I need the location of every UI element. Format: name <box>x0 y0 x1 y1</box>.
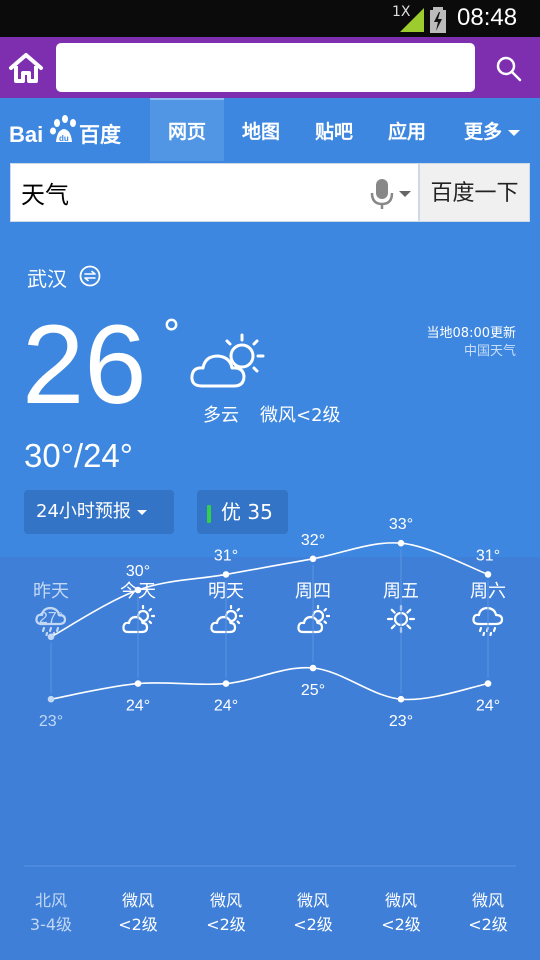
tab-apps[interactable]: 应用 <box>370 98 444 161</box>
chart-point-high <box>397 539 405 547</box>
partly-cloudy-icon <box>122 604 155 634</box>
search-input[interactable] <box>11 164 351 221</box>
search-icon[interactable] <box>494 54 522 82</box>
tab-tieba[interactable]: 贴吧 <box>298 98 370 161</box>
svg-text:du: du <box>59 134 69 143</box>
partly-cloudy-icon <box>297 604 330 634</box>
chevron-down-icon <box>136 509 147 515</box>
forecast-day-label: 昨天 <box>33 581 69 602</box>
url-input[interactable] <box>56 43 475 92</box>
chart-label-high: 33° <box>389 516 413 533</box>
forecast-wind-level: <2级 <box>206 915 246 934</box>
24h-forecast-button[interactable]: 24小时预报 <box>24 490 174 534</box>
forecast-wind-direction: 微风 <box>471 891 504 910</box>
update-time: 当地08:00更新 <box>426 326 516 341</box>
chevron-down-icon <box>508 129 520 136</box>
forecast-wind-level: <2级 <box>293 915 333 934</box>
24h-forecast-label: 24小时预报 <box>36 501 131 522</box>
signal-icon <box>400 8 424 32</box>
wind-info: 微风<2级 <box>260 405 341 426</box>
svg-text:百度: 百度 <box>79 123 121 147</box>
forecast-wind-direction: 微风 <box>384 891 417 910</box>
baidu-nav: Bai du 百度 网页 地图 贴吧 应用 更多 <box>0 98 540 163</box>
voice-dropdown-caret[interactable] <box>399 191 411 197</box>
aqi-value: 优 35 <box>221 500 273 524</box>
search-box <box>10 163 419 222</box>
current-temperature: 26 <box>22 302 147 427</box>
home-icon[interactable] <box>8 50 44 86</box>
clock: 08:48 <box>457 4 518 31</box>
microphone-icon[interactable] <box>369 178 395 210</box>
status-bar: 1X 08:48 <box>0 0 540 37</box>
partly-cloudy-icon <box>210 604 243 634</box>
chart-label-high: 32° <box>301 532 325 549</box>
rain-cloud-icon <box>35 606 67 636</box>
aqi-indicator <box>207 504 211 523</box>
switch-city-icon[interactable] <box>79 265 101 287</box>
forecast-wind-level: <2级 <box>468 915 508 934</box>
forecast-day-label: 周五 <box>383 581 419 602</box>
rain-cloud-icon <box>472 606 504 636</box>
baidu-logo[interactable]: Bai du 百度 <box>9 110 121 150</box>
temperature-range: 30°/24° <box>24 437 133 474</box>
svg-text:Bai: Bai <box>9 122 43 147</box>
search-submit-button[interactable]: 百度一下 <box>419 163 530 222</box>
forecast-wind-direction: 微风 <box>296 891 329 910</box>
forecast-wind-direction: 微风 <box>121 891 154 910</box>
sun-icon <box>386 604 416 634</box>
forecast-day-label: 周六 <box>470 581 506 602</box>
forecast-wind-level: <2级 <box>381 915 421 934</box>
battery-charging-icon <box>430 7 446 33</box>
tab-more[interactable]: 更多 <box>452 98 532 161</box>
data-source: 中国天气 <box>463 344 516 359</box>
city-name: 武汉 <box>27 267 67 291</box>
forecast-wind-direction: 北风 <box>34 891 67 910</box>
forecast-wind-level: 3-4级 <box>29 915 73 934</box>
tab-more-label: 更多 <box>463 121 502 143</box>
tab-web[interactable]: 网页 <box>150 98 224 161</box>
tab-map[interactable]: 地图 <box>224 98 298 161</box>
forecast-day-label: 明天 <box>208 581 244 602</box>
partly-cloudy-icon <box>190 333 265 388</box>
air-quality-badge[interactable]: 优 35 <box>197 490 288 534</box>
forecast-wind-direction: 微风 <box>209 891 242 910</box>
forecast-wind-level: <2级 <box>118 915 158 934</box>
forecast-day-label: 今天 <box>120 581 156 602</box>
weather-condition: 多云 <box>203 405 239 426</box>
degree-symbol: ° <box>162 312 181 356</box>
browser-toolbar <box>0 37 540 98</box>
forecast-day-label: 周四 <box>295 581 331 602</box>
